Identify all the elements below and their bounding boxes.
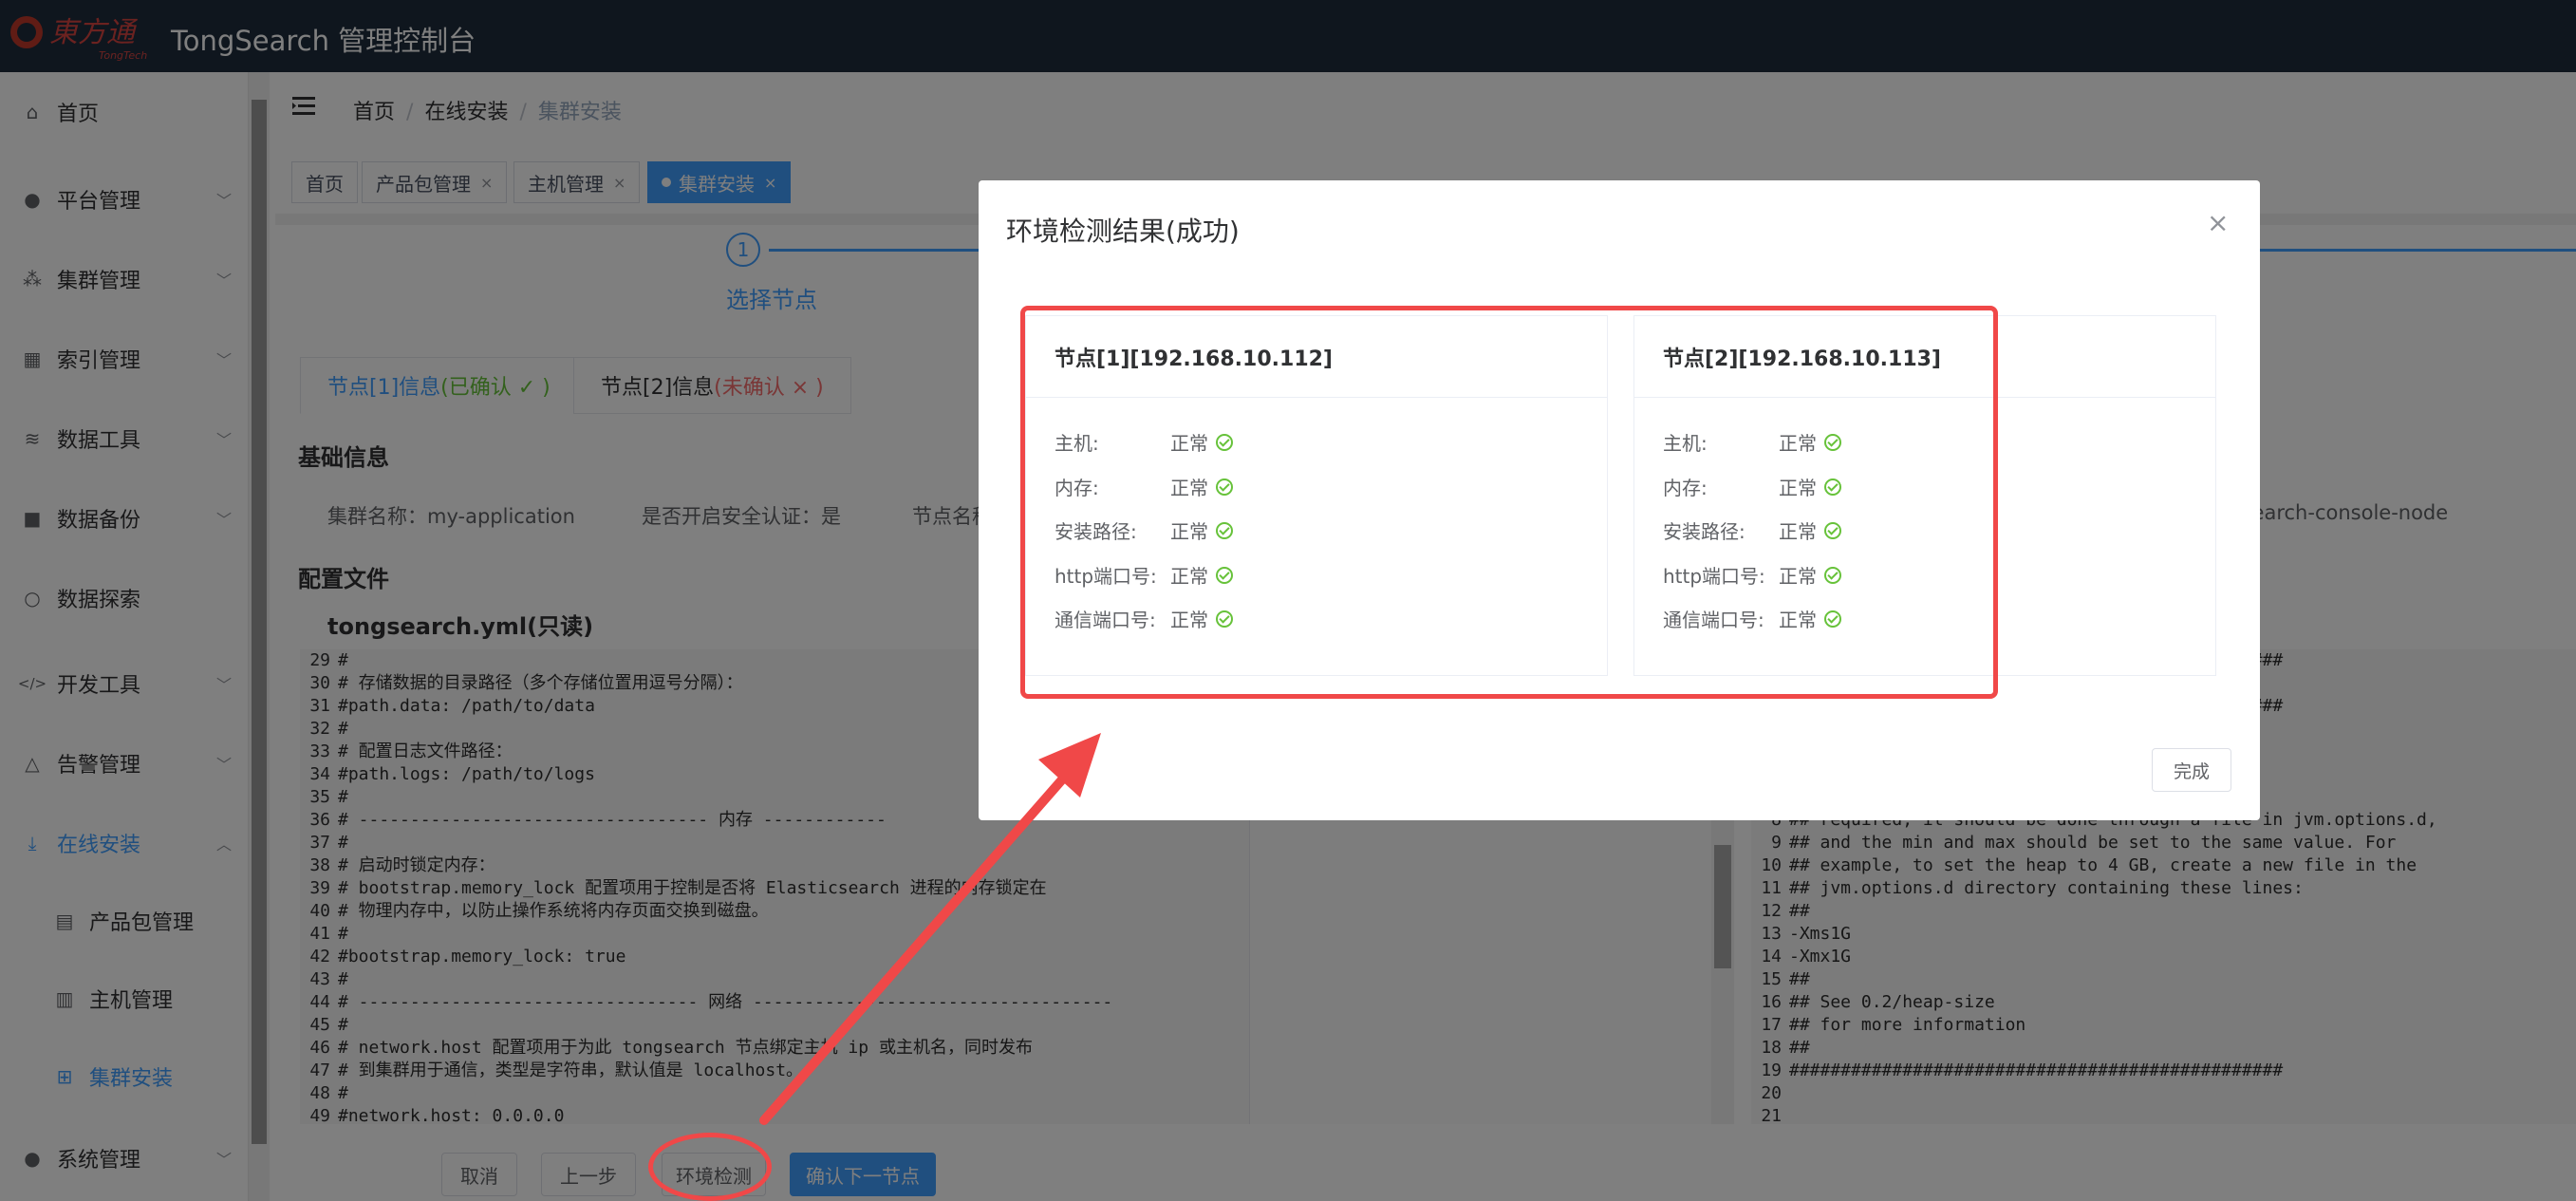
close-icon[interactable]: ×	[2207, 207, 2229, 238]
annotation-highlight-ellipse	[648, 1133, 772, 1201]
dialog-title: 环境检测结果(成功)	[1006, 216, 1240, 247]
annotation-highlight-box	[1020, 306, 1998, 699]
done-button[interactable]: 完成	[2152, 748, 2231, 792]
